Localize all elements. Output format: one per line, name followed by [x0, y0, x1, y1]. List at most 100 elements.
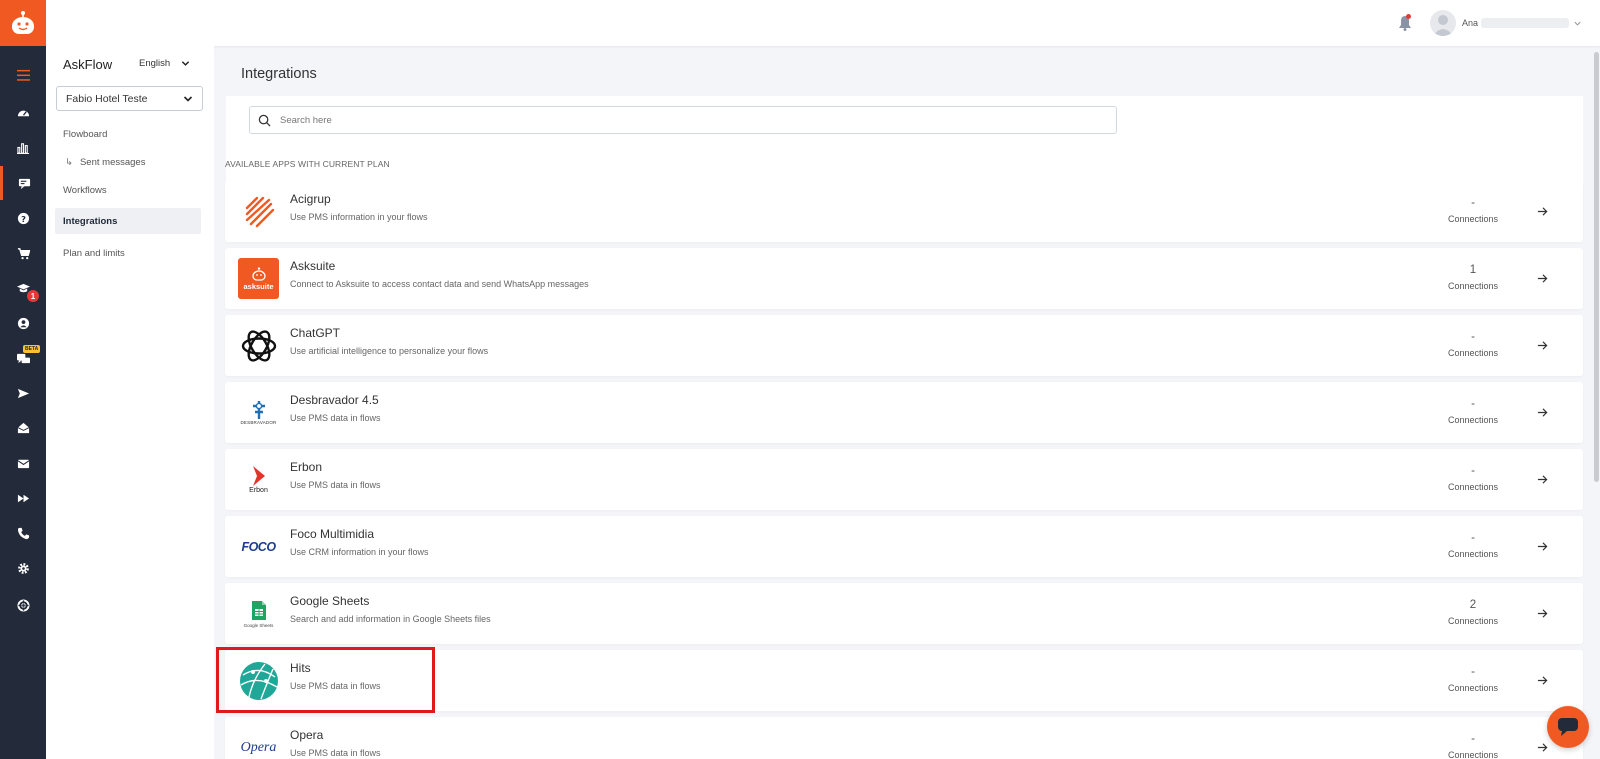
integration-name: Google Sheets — [290, 594, 370, 608]
nav-flowboard[interactable]: Flowboard — [55, 121, 201, 147]
search-input[interactable] — [280, 114, 1040, 126]
connection-count: 2 — [1469, 599, 1477, 611]
arrow-right-icon[interactable] — [1537, 407, 1548, 418]
user-name: Ana — [1462, 18, 1479, 28]
integration-card-chatgpt[interactable]: ChatGPT Use artificial intelligence to p… — [225, 315, 1583, 376]
integration-card-asksuite[interactable]: asksuite Asksuite Connect to Asksuite to… — [225, 248, 1583, 309]
arrow-right-icon[interactable] — [1537, 742, 1548, 753]
search-panel — [226, 96, 1583, 194]
hotel-selector[interactable]: Fabio Hotel Teste — [56, 86, 203, 111]
integration-description: Connect to Asksuite to access contact da… — [290, 279, 589, 289]
nav-sent-messages[interactable]: ↳ Sent messages — [55, 149, 201, 175]
language-selector[interactable]: English — [139, 58, 190, 69]
foco-logo: FOCO — [238, 526, 279, 567]
bar-chart-icon[interactable] — [0, 130, 46, 164]
help-icon[interactable]: ? — [0, 201, 46, 235]
cart-icon[interactable] — [0, 236, 46, 270]
left-rail: ? 1 BETA — [0, 0, 46, 759]
connections-label: Connections — [1447, 683, 1499, 693]
svg-text:?: ? — [21, 213, 26, 223]
arrow-right-icon[interactable] — [1537, 340, 1548, 351]
integration-card-desbravador[interactable]: DESBRAVADOR Desbravador 4.5 Use PMS data… — [225, 382, 1583, 443]
nav-plan-and-limits[interactable]: Plan and limits — [55, 240, 201, 266]
graduation-cap-icon[interactable]: 1 — [0, 271, 46, 305]
connections-label: Connections — [1447, 281, 1499, 291]
integration-description: Use CRM information in your flows — [290, 547, 429, 557]
chevron-down-icon — [182, 61, 190, 66]
opera-logo-text: Opera — [240, 739, 277, 755]
asksuite-logo: asksuite — [238, 258, 279, 299]
arrow-right-icon[interactable] — [1537, 206, 1548, 217]
phone-icon[interactable] — [0, 516, 46, 550]
spreadsheet-icon — [251, 600, 266, 620]
user-avatar-icon — [1433, 15, 1453, 36]
acigrup-logo — [238, 191, 279, 232]
erbon-logo-text: Erbon — [249, 487, 268, 494]
connection-count: - — [1471, 398, 1475, 410]
inbox-icon[interactable] — [0, 411, 46, 445]
section-label: AVAILABLE APPS WITH CURRENT PLAN — [225, 159, 390, 169]
openai-logo — [238, 325, 279, 366]
avatar — [1430, 10, 1456, 36]
nav-label: Plan and limits — [63, 247, 125, 259]
user-menu[interactable]: Ana — [1430, 10, 1582, 36]
connections-label: Connections — [1447, 549, 1499, 559]
connection-count: - — [1471, 465, 1475, 477]
foco-logo-text: FOCO — [241, 539, 276, 554]
integration-name: Erbon — [290, 460, 323, 474]
arrow-right-icon[interactable] — [1537, 675, 1548, 686]
chat-widget-button[interactable] — [1547, 706, 1589, 748]
language-label: English — [139, 58, 171, 69]
chevron-down-icon — [183, 95, 193, 102]
connections-label: Connections — [1447, 482, 1499, 492]
chevron-down-icon — [1574, 21, 1581, 26]
nav-workflows[interactable]: Workflows — [55, 177, 201, 203]
nav-integrations[interactable]: Integrations — [55, 208, 201, 234]
secondary-sidebar: AskFlow English Fabio Hotel Teste Flowbo… — [46, 46, 214, 759]
product-title: AskFlow — [63, 57, 113, 72]
integration-card-foco-multimidia[interactable]: FOCO Foco Multimidia Use CRM information… — [225, 516, 1583, 577]
integration-card-opera[interactable]: Opera Opera Use PMS data in flows - Conn… — [225, 717, 1583, 759]
integration-card-google-sheets[interactable]: Google Sheets Google Sheets Search and a… — [225, 583, 1583, 644]
user-circle-icon[interactable] — [0, 306, 46, 340]
send-icon[interactable] — [0, 376, 46, 410]
integration-description: Use PMS data in flows — [290, 748, 381, 758]
integration-name: Asksuite — [290, 259, 336, 273]
integration-card-erbon[interactable]: Erbon Erbon Use PMS data in flows - Conn… — [225, 449, 1583, 510]
fast-forward-icon[interactable] — [0, 481, 46, 515]
gear-icon[interactable] — [0, 551, 46, 585]
integration-description: Use PMS data in flows — [290, 480, 381, 490]
mail-icon[interactable] — [0, 446, 46, 480]
integration-name: Opera — [290, 728, 324, 742]
lifebuoy-icon[interactable] — [0, 588, 46, 622]
chat-bubble-icon — [1558, 718, 1578, 736]
notification-dot — [1406, 14, 1411, 19]
erbon-chevron-icon — [252, 466, 265, 486]
notification-badge: 1 — [27, 290, 39, 302]
search-box[interactable] — [249, 106, 1117, 134]
search-icon — [258, 114, 271, 127]
chat-flow-icon[interactable] — [0, 166, 46, 200]
google-sheets-logo-text: Google Sheets — [243, 622, 274, 628]
highlight-box-hits — [216, 647, 435, 713]
top-bar: Ana — [46, 0, 1600, 46]
menu-icon[interactable] — [0, 58, 46, 92]
scrollbar-thumb[interactable] — [1594, 52, 1599, 482]
google-sheets-logo: Google Sheets — [238, 593, 279, 634]
connection-count: - — [1471, 666, 1475, 678]
integration-description: Search and add information in Google She… — [290, 614, 491, 624]
arrow-right-icon[interactable] — [1537, 608, 1548, 619]
arrow-right-icon[interactable] — [1537, 474, 1548, 485]
dashboard-icon[interactable] — [0, 95, 46, 129]
arrow-right-icon[interactable] — [1537, 541, 1548, 552]
chat-beta-icon[interactable]: BETA — [0, 341, 46, 375]
arrow-right-icon[interactable] — [1537, 273, 1548, 284]
nav-label: Flowboard — [63, 128, 108, 140]
integration-description: Use PMS information in your flows — [290, 212, 428, 222]
connections-label: Connections — [1447, 750, 1499, 759]
integration-name: ChatGPT — [290, 326, 341, 340]
connections-label: Connections — [1447, 348, 1499, 358]
robot-icon — [12, 11, 34, 34]
integration-card-acigrup[interactable]: Acigrup Use PMS information in your flow… — [225, 181, 1583, 242]
asksuite-robot-logo[interactable] — [0, 0, 46, 46]
